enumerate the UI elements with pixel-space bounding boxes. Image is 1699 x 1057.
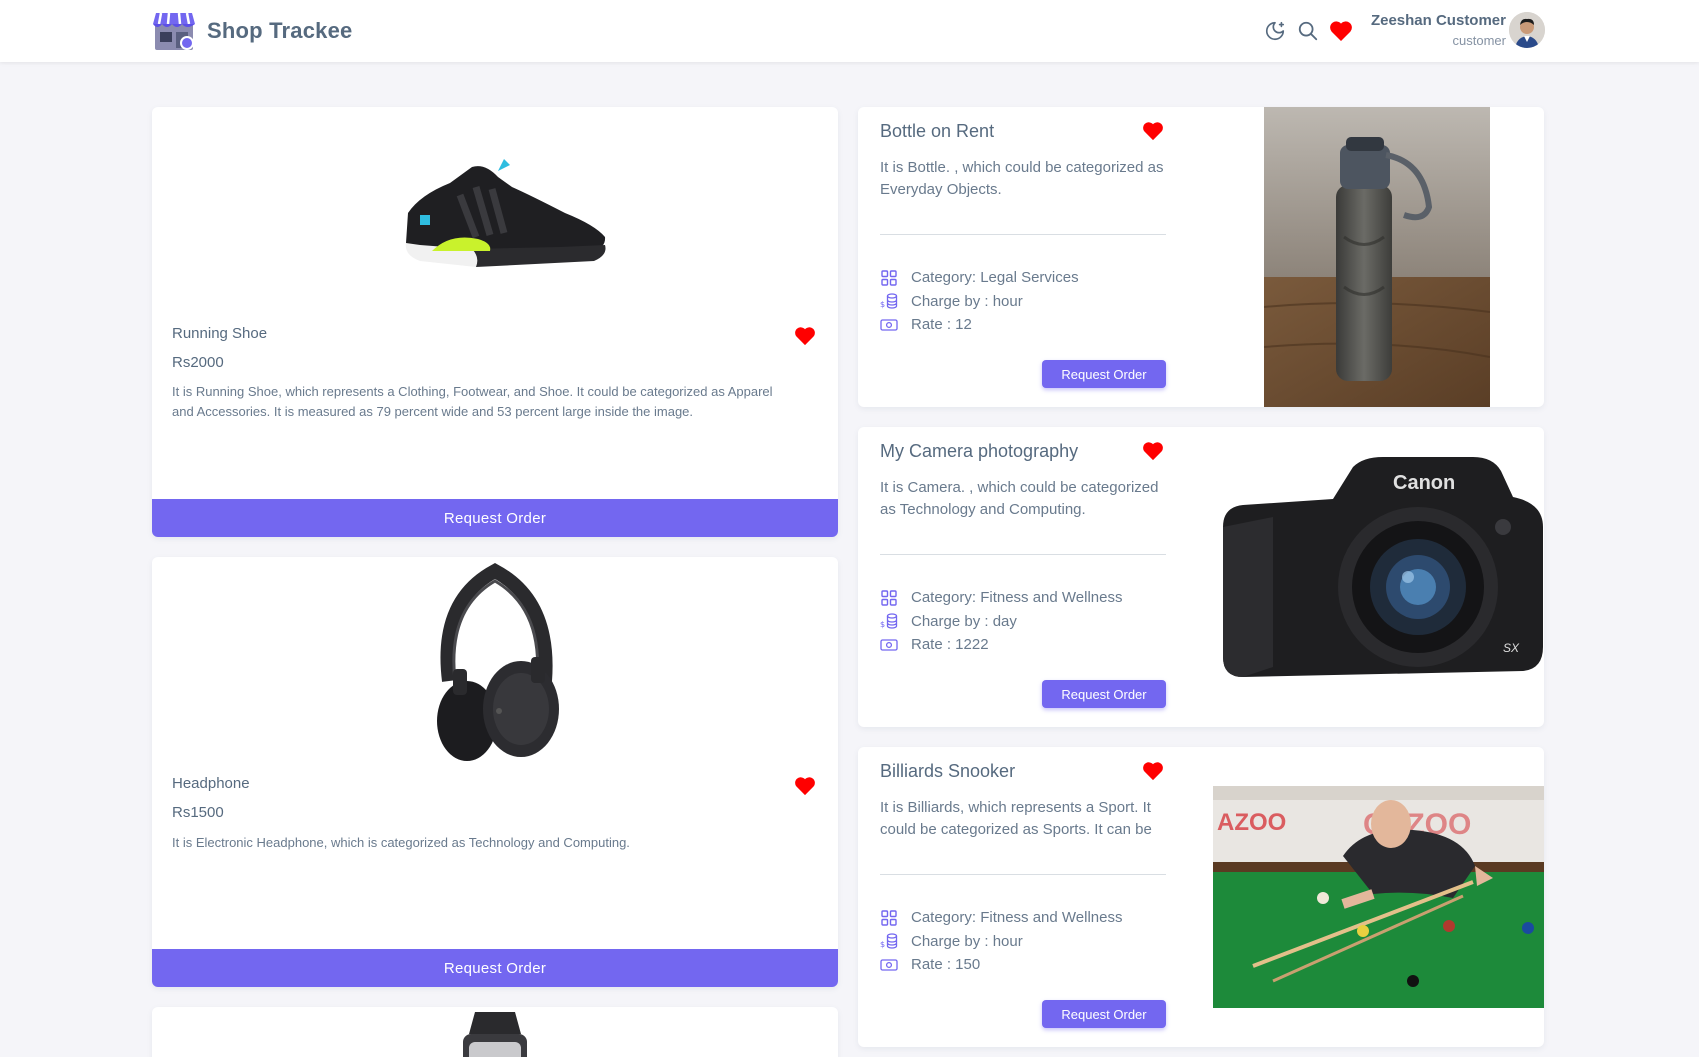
service-title: My Camera photography: [880, 441, 1079, 461]
svg-text:$: $: [880, 300, 885, 309]
divider: [880, 874, 1166, 875]
charge-row: $ Charge by : hour: [880, 290, 1079, 314]
store-logo-icon: [152, 10, 196, 52]
svg-text:SX: SX: [1503, 641, 1520, 655]
service-title: Billiards Snooker: [880, 761, 1016, 781]
coins-icon: $: [880, 612, 898, 630]
cash-icon: [880, 956, 898, 974]
running-shoe-image: [405, 159, 606, 267]
cash-icon: [880, 316, 898, 334]
service-category: Category: Fitness and Wellness: [911, 589, 1123, 607]
service-category: Category: Fitness and Wellness: [911, 909, 1123, 927]
service-card: Billiards Snooker It is Billiards, which…: [858, 747, 1544, 1047]
category-row: Category: Fitness and Wellness: [880, 906, 1123, 930]
heart-icon[interactable]: [1142, 441, 1164, 461]
cash-icon: [880, 636, 898, 654]
brand-name: Shop Trackee: [207, 18, 353, 43]
product-card: Headphone Rs1500 It is Electronic Headph…: [152, 557, 838, 987]
svg-text:AZOO: AZOO: [1217, 809, 1286, 836]
svg-text:$: $: [880, 940, 885, 949]
service-description: It is Bottle. , which could be categoriz…: [880, 159, 1164, 198]
avatar[interactable]: [1509, 12, 1545, 48]
user-role: customer: [1452, 33, 1506, 48]
service-card: Bottle on Rent It is Bottle. , which cou…: [858, 107, 1544, 407]
watch-image: [463, 1012, 527, 1057]
grid-icon: [880, 269, 898, 287]
service-meta: Category: Legal Services $ Charge by : h…: [880, 266, 1079, 337]
charge-row: $ Charge by : hour: [880, 930, 1123, 954]
moon-icon[interactable]: [1262, 18, 1288, 44]
service-title: Bottle on Rent: [880, 121, 995, 141]
request-order-button[interactable]: Request Order: [152, 499, 838, 537]
service-meta: Category: Fitness and Wellness $ Charge …: [880, 586, 1123, 657]
rate-row: Rate : 150: [880, 953, 1123, 977]
brand[interactable]: Shop Trackee: [152, 10, 352, 52]
service-charge: Charge by : hour: [911, 292, 1023, 310]
product-card: [152, 1007, 838, 1057]
product-title: Headphone: [172, 775, 250, 792]
service-description: It is Billiards, which represents a Spor…: [880, 799, 1152, 838]
service-rate: Rate : 12: [911, 316, 972, 334]
user-name: Zeeshan Customer: [1370, 12, 1506, 29]
service-card: My Camera photography It is Camera. , wh…: [858, 427, 1544, 727]
service-image: Canon SX: [1213, 427, 1544, 727]
heart-icon[interactable]: [794, 776, 816, 796]
service-rate: Rate : 150: [911, 956, 981, 974]
heart-icon[interactable]: [1142, 121, 1164, 141]
coins-icon: $: [880, 932, 898, 950]
product-price: Rs1500: [172, 804, 224, 821]
camera-image: Canon SX: [1223, 457, 1543, 677]
coins-icon: $: [880, 292, 898, 310]
svg-text:$: $: [880, 620, 885, 629]
product-image: [152, 1012, 838, 1057]
service-rate: Rate : 1222: [911, 636, 989, 654]
product-title: Running Shoe: [172, 325, 268, 342]
heart-icon[interactable]: [794, 326, 816, 346]
snooker-image: AZOO CAZOO: [1213, 786, 1544, 1008]
service-category: Category: Legal Services: [911, 269, 1079, 287]
svg-text:Canon: Canon: [1393, 472, 1455, 494]
service-charge: Charge by : day: [911, 612, 1017, 630]
service-description: It is Camera. , which could be categoriz…: [880, 479, 1159, 518]
user-info[interactable]: Zeeshan Customer customer: [1346, 11, 1506, 52]
divider: [880, 554, 1166, 555]
divider: [880, 234, 1166, 235]
charge-row: $ Charge by : day: [880, 610, 1123, 634]
search-icon[interactable]: [1295, 18, 1321, 44]
product-price: Rs2000: [172, 354, 224, 371]
product-image: [152, 561, 838, 763]
heart-icon[interactable]: [1142, 761, 1164, 781]
top-navbar: Shop Trackee Zeeshan Customer customer: [0, 0, 1699, 62]
request-order-button[interactable]: Request Order: [1042, 360, 1166, 388]
grid-icon: [880, 909, 898, 927]
rate-row: Rate : 1222: [880, 633, 1123, 657]
product-card: Running Shoe Rs2000 It is Running Shoe, …: [152, 107, 838, 537]
product-description: It is Electronic Headphone, which is cat…: [172, 835, 630, 850]
headphone-image: [437, 563, 559, 761]
request-order-button[interactable]: Request Order: [1042, 1000, 1166, 1028]
request-order-button[interactable]: Request Order: [1042, 680, 1166, 708]
request-order-button[interactable]: Request Order: [152, 949, 838, 987]
grid-icon: [880, 589, 898, 607]
bottle-image: [1263, 107, 1491, 407]
service-image: AZOO CAZOO: [1213, 786, 1544, 1008]
product-image: [152, 155, 838, 275]
service-image: [1263, 107, 1491, 407]
category-row: Category: Fitness and Wellness: [880, 586, 1123, 610]
rate-row: Rate : 12: [880, 313, 1079, 337]
product-description: It is Running Shoe, which represents a C…: [172, 384, 773, 419]
service-charge: Charge by : hour: [911, 932, 1023, 950]
category-row: Category: Legal Services: [880, 266, 1079, 290]
service-meta: Category: Fitness and Wellness $ Charge …: [880, 906, 1123, 977]
